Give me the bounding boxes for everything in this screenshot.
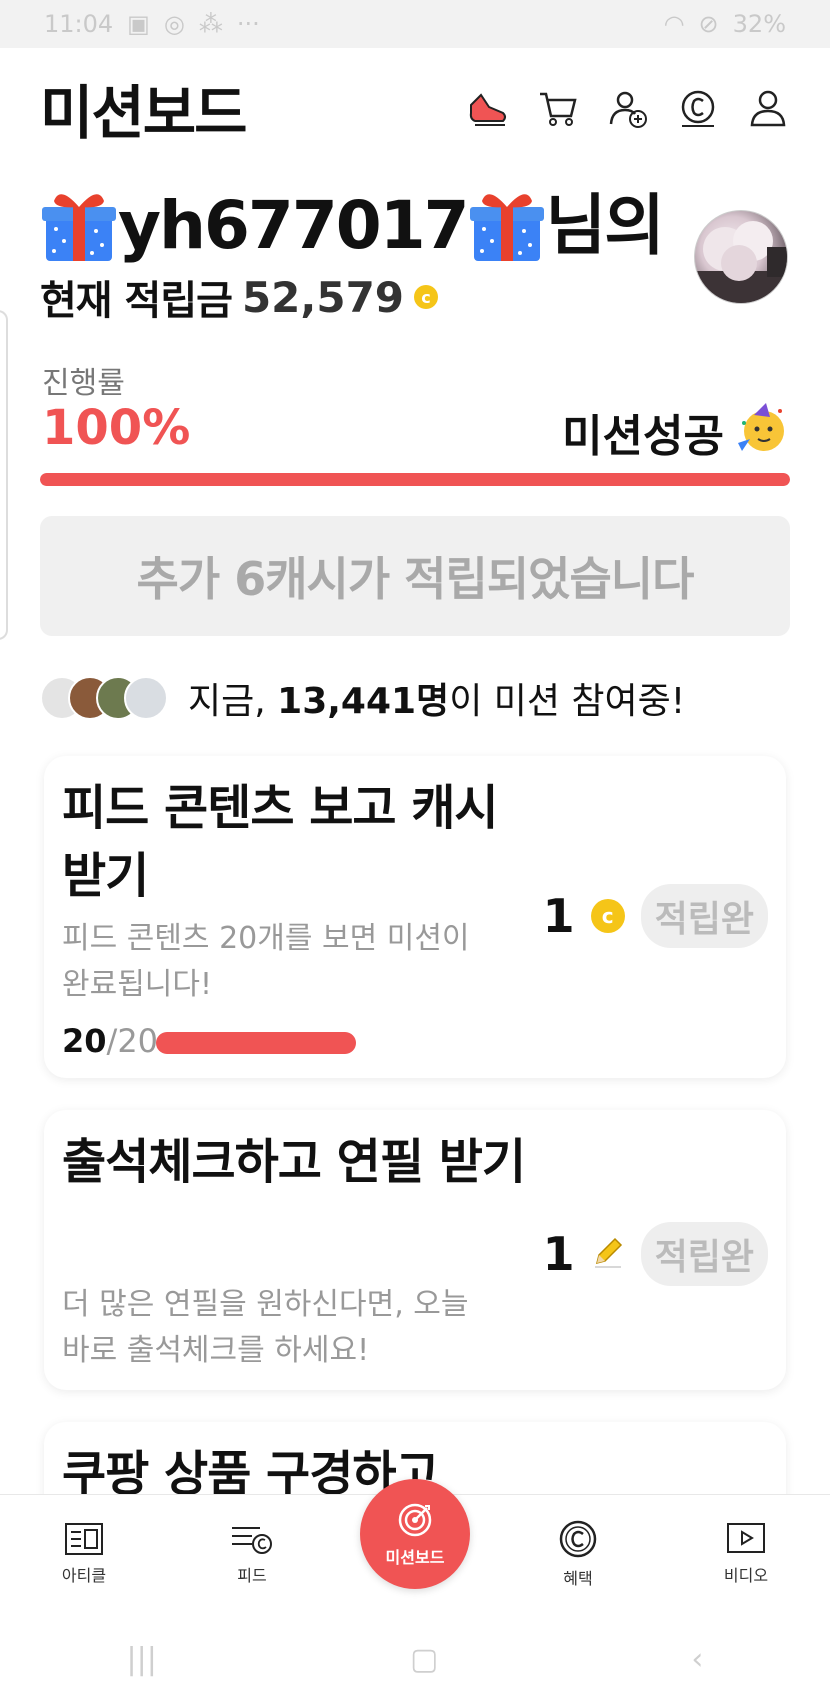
avatar[interactable] [694,210,788,304]
nav-item-feed[interactable]: 피드 [192,1522,312,1586]
nav-item-missionboard[interactable]: 미션보드 [360,1478,470,1589]
points-line: 현재 적립금 52,579 c [40,268,680,326]
target-icon [398,1503,432,1536]
feed-icon [232,1526,272,1554]
mission-title: 피드 콘텐츠 보고 캐시 받기 [62,780,499,904]
nav-item-video[interactable]: 비디오 [686,1522,806,1586]
status-bar: 11:04 ▣ ◎ ⁂ ··· ◠ ⊘ 32% [0,0,830,48]
participant-avatars [40,676,168,720]
points-label: 현재 적립금 [40,278,233,324]
user-name: yh677017 [118,187,470,264]
bottom-nav: 아티클 피드 미션보드 혜택 비디오 [0,1478,830,1612]
nav-label: 피드 [237,1565,267,1585]
participants-suffix: 이 미션 참여중! [449,681,686,722]
nav-label: 아티클 [61,1565,107,1585]
gallery-icon: ▣ [127,10,150,38]
nav-item-article[interactable]: 아티클 [24,1522,144,1586]
page-title: 미션보드 [40,79,247,147]
mission-card[interactable]: 출석체크하고 연필 받기 더 많은 연필을 원하신다면, 오늘 바로 출석체크를… [44,1110,786,1390]
status-badge: 적립완 [640,1222,768,1286]
participants: 지금, 13,441명이 미션 참여중! [40,672,685,724]
status-right: ◠ ⊘ 32% [664,10,786,38]
status-time: 11:04 [44,10,114,38]
article-icon [65,1522,103,1555]
participants-count: 13,441명 [277,681,450,722]
nav-label: 미션보드 [385,1547,445,1567]
mission-reward: 1 적립완 [543,1222,768,1286]
pencil-icon [591,1235,625,1273]
battery-text: 32% [732,10,786,38]
mission-progress-count: 20/20 [62,1022,158,1060]
header-icons [466,86,790,130]
progress-bar [40,473,790,486]
user-suffix: 님의 [545,187,665,264]
progress-value: 100% [42,400,191,456]
coin-icon: c [590,899,625,933]
side-panel-handle[interactable] [0,310,8,640]
participants-text: 지금, 13,441명이 미션 참여중! [188,672,685,724]
more-notifications-icon: ··· [236,10,260,38]
progress-total: /20 [106,1022,159,1060]
cash-icon [559,1520,597,1557]
mission-success: 미션성공 [562,400,788,464]
status-badge: 적립완 [640,884,768,948]
gift-icon [468,189,546,263]
back-icon[interactable]: ‹ [691,1642,703,1677]
cash-banner[interactable]: 추가 6캐시가 적립되었습니다 [40,516,790,636]
progress-fill [40,473,790,486]
dnd-icon: ⊘ [698,10,719,38]
reward-amount: 1 [542,1227,575,1281]
instagram-icon: ◎ [163,10,185,38]
participant-avatar [124,676,168,720]
profile-icon[interactable] [746,86,790,130]
coin-icon: c [414,285,439,309]
header: 미션보드 [0,48,830,168]
home-icon[interactable]: ▢ [410,1642,438,1677]
status-left: 11:04 ▣ ◎ ⁂ ··· [44,10,260,38]
cash-icon[interactable] [676,86,720,130]
nav-label: 비디오 [723,1565,769,1585]
reward-amount: 1 [542,889,575,943]
greeting-line: yh677017 님의 [40,186,680,266]
wifi-icon: ◠ [663,10,685,38]
shoe-icon[interactable] [466,86,510,130]
nav-label: 혜택 [563,1568,593,1588]
mission-progress-bar [156,1032,356,1054]
progress-current: 20 [62,1022,107,1060]
mission-success-label: 미션성공 [562,411,724,462]
mission-reward: 1 c 적립완 [543,884,768,948]
participants-prefix: 지금, [188,681,266,722]
mission-card[interactable]: 피드 콘텐츠 보고 캐시 받기 피드 콘텐츠 20개를 보면 미션이 완료됩니다… [44,756,786,1078]
add-friend-icon[interactable] [606,86,650,130]
nav-item-benefits[interactable]: 혜택 [518,1519,638,1589]
mission-description: 피드 콘텐츠 20개를 보면 미션이 완료됩니다! [62,921,470,1002]
video-icon [727,1522,765,1553]
points-value: 52,579 [241,272,405,322]
greeting: yh677017 님의 현재 적립금 52,579 c [40,186,680,326]
gift-icon [40,189,118,263]
network-icon: ⁂ [198,10,223,38]
cart-icon[interactable] [536,86,580,130]
system-nav: ||| ▢ ‹ [0,1612,830,1706]
mission-description: 더 많은 연필을 원하신다면, 오늘 바로 출석체크를 하세요! [62,1287,469,1368]
party-face-icon [736,401,788,464]
progress-label: 진행률 [42,366,125,401]
mission-title: 출석체크하고 연필 받기 [62,1134,526,1190]
recent-apps-icon[interactable]: ||| [127,1642,157,1677]
